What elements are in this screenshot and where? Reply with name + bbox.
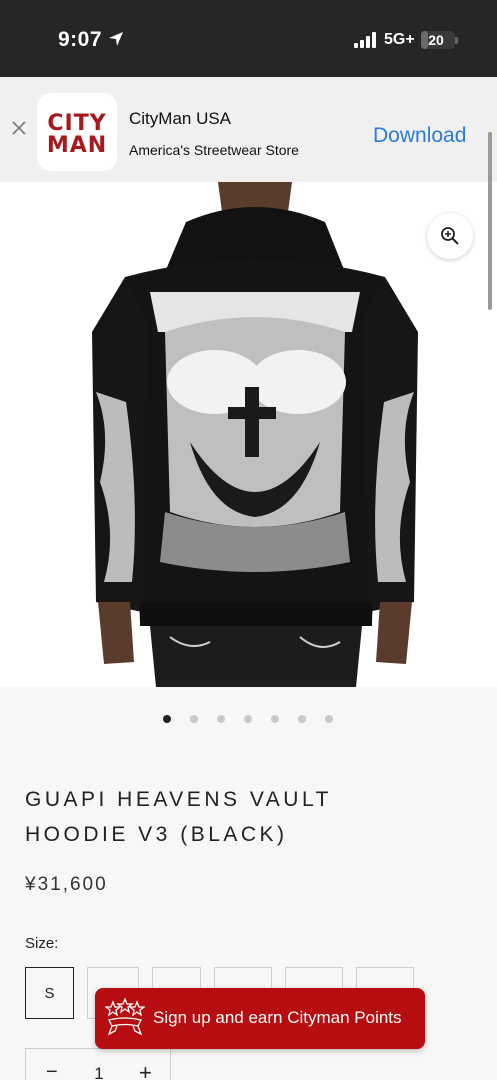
app-name: CityMan USA (129, 109, 232, 128)
product-image[interactable] (0, 182, 497, 687)
product-price: ¥31,600 (25, 874, 108, 895)
close-icon[interactable] (11, 120, 27, 136)
size-label: Size: (25, 935, 59, 952)
network-type: 5G+ (384, 31, 415, 48)
status-bar: 9:07 5G+ 20 (0, 0, 497, 77)
zoom-in-icon (441, 227, 459, 245)
scroll-indicator[interactable] (488, 132, 492, 310)
app-install-banner: CITY MAN CityMan USA America's Streetwea… (0, 77, 497, 182)
battery-nub (455, 37, 458, 44)
rewards-signup-label: Sign up and earn Cityman Points (153, 1008, 402, 1027)
carousel-dot[interactable] (325, 715, 333, 723)
app-logo-line2: MAN (46, 133, 108, 158)
location-arrow-icon (109, 32, 123, 46)
quantity-value[interactable]: 1 (92, 1064, 106, 1080)
battery-level-text: 20 (428, 32, 444, 48)
download-button[interactable]: Download (373, 124, 466, 148)
carousel-dot[interactable] (163, 715, 171, 723)
quantity-decrease-button[interactable]: − (46, 1061, 58, 1080)
battery-icon: 20 (421, 31, 455, 49)
image-carousel-dots (163, 715, 333, 723)
quantity-increase-button[interactable]: + (139, 1060, 152, 1080)
app-tagline: America's Streetwear Store (129, 142, 299, 158)
carousel-dot[interactable] (244, 715, 252, 723)
zoom-button[interactable] (427, 213, 473, 259)
carousel-dot[interactable] (217, 715, 225, 723)
size-option-s[interactable]: S (25, 967, 74, 1019)
size-option-label: S (44, 985, 55, 1002)
quantity-stepper: − 1 + (25, 1048, 171, 1080)
hoodie-illustration (92, 182, 418, 687)
status-time: 9:07 (58, 28, 103, 51)
app-logo: CITY MAN (37, 93, 117, 171)
carousel-dot[interactable] (298, 715, 306, 723)
cellular-signal-icon (354, 32, 376, 48)
rewards-stars-icon (105, 998, 145, 1036)
carousel-dot[interactable] (271, 715, 279, 723)
carousel-dot[interactable] (190, 715, 198, 723)
rewards-signup-button[interactable]: Sign up and earn Cityman Points (95, 988, 425, 1049)
product-title: GUAPI HEAVENS VAULT HOODIE V3 (BLACK) (25, 788, 332, 846)
